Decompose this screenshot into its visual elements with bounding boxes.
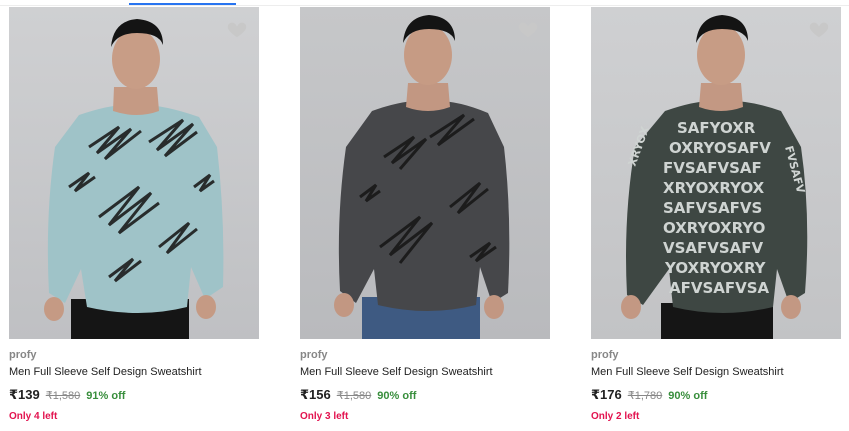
- wishlist-heart-icon[interactable]: [517, 18, 539, 40]
- svg-text:XRYOXRYOX: XRYOXRYOX: [663, 179, 765, 197]
- product-grid: profy Men Full Sleeve Self Design Sweats…: [0, 0, 849, 431]
- svg-text:AFVSAFVSA: AFVSAFVSA: [669, 279, 770, 297]
- svg-text:OXRYOXRYO: OXRYOXRYO: [663, 219, 765, 237]
- stock-status: Only 3 left: [300, 411, 349, 422]
- wishlist-heart-icon[interactable]: [226, 18, 248, 40]
- svg-text:VSAFVSAFV: VSAFVSAFV: [663, 239, 764, 257]
- svg-text:SAFVSAFVS: SAFVSAFVS: [663, 199, 762, 217]
- price-row: ₹176 ₹1,780 90% off: [591, 387, 707, 403]
- product-image[interactable]: [9, 7, 259, 339]
- svg-text:SAFYOXR: SAFYOXR: [677, 119, 756, 137]
- price-row: ₹139 ₹1,580 91% off: [9, 387, 125, 403]
- svg-text:FVSAFVSAF: FVSAFVSAF: [663, 159, 762, 177]
- product-card[interactable]: SAFYOXR OXRYOSAFV FVSAFVSAF XRYOXRYOX SA…: [591, 7, 842, 431]
- product-image[interactable]: SAFYOXR OXRYOSAFV FVSAFVSAF XRYOXRYOX SA…: [591, 7, 841, 339]
- product-title[interactable]: Men Full Sleeve Self Design Sweatshirt: [591, 366, 784, 378]
- product-card[interactable]: profy Men Full Sleeve Self Design Sweats…: [300, 7, 551, 431]
- brand-name: profy: [300, 349, 328, 361]
- svg-text:OXRYOSAFV: OXRYOSAFV: [669, 139, 771, 157]
- product-image[interactable]: [300, 7, 550, 339]
- brand-name: profy: [9, 349, 37, 361]
- original-price: ₹1,580: [336, 390, 372, 402]
- stock-status: Only 2 left: [591, 411, 640, 422]
- svg-text:YOXRYOXRY: YOXRYOXRY: [664, 259, 767, 277]
- selling-price: ₹156: [300, 387, 331, 402]
- wishlist-heart-icon[interactable]: [808, 18, 830, 40]
- stock-status: Only 4 left: [9, 411, 58, 422]
- original-price: ₹1,780: [627, 390, 663, 402]
- original-price: ₹1,580: [45, 390, 81, 402]
- selling-price: ₹139: [9, 387, 40, 402]
- product-title[interactable]: Men Full Sleeve Self Design Sweatshirt: [9, 366, 202, 378]
- discount-label: 90% off: [668, 390, 708, 402]
- selling-price: ₹176: [591, 387, 622, 402]
- product-card[interactable]: profy Men Full Sleeve Self Design Sweats…: [9, 7, 260, 431]
- price-row: ₹156 ₹1,580 90% off: [300, 387, 416, 403]
- discount-label: 90% off: [377, 390, 417, 402]
- product-title[interactable]: Men Full Sleeve Self Design Sweatshirt: [300, 366, 493, 378]
- brand-name: profy: [591, 349, 619, 361]
- discount-label: 91% off: [86, 390, 126, 402]
